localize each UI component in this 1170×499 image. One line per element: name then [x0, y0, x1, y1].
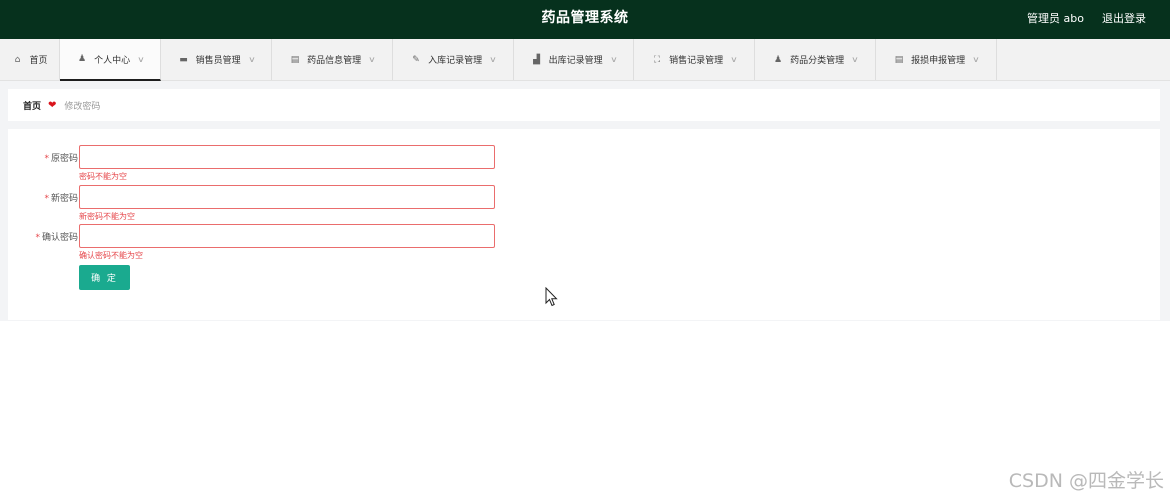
monitor-icon: ▬: [179, 54, 188, 65]
chevron-down-icon: ∨: [851, 55, 859, 64]
nav-item-sales-staff[interactable]: ▬ 销售员管理 ∨: [161, 39, 272, 80]
nav-item-stock-in[interactable]: ✎ 入库记录管理 ∨: [393, 39, 514, 80]
nav-item-loss-report[interactable]: ▤ 报损申报管理 ∨: [876, 39, 997, 80]
app-title: 药品管理系统: [541, 10, 629, 26]
watermark: CSDN @四金学长: [1008, 470, 1164, 492]
logout-link[interactable]: 退出登录: [1102, 0, 1146, 37]
new-password-input[interactable]: [79, 185, 495, 209]
nav-item-label: 药品信息管理: [307, 56, 362, 66]
nav-item-label: 入库记录管理: [428, 56, 483, 66]
old-password-label: * 原密码: [44, 154, 78, 164]
nav-item-drug-info[interactable]: ▤ 药品信息管理 ∨: [272, 39, 393, 80]
nav-item-stock-out[interactable]: ▟ 出库记录管理 ∨: [514, 39, 634, 80]
current-user: 管理员 abo: [1027, 12, 1084, 25]
confirm-password-input[interactable]: [79, 224, 495, 248]
nav-item-label: 出库记录管理: [548, 56, 603, 66]
nav-item-home[interactable]: ⌂ 首页: [0, 39, 60, 80]
confirm-password-label: * 确认密码: [35, 233, 78, 243]
required-mark: *: [35, 233, 40, 243]
heart-icon: ❤: [48, 99, 57, 111]
nav-item-label: 销售记录管理: [669, 56, 724, 66]
clipboard-icon: ▤: [290, 54, 300, 65]
nav-item-drug-category[interactable]: ♟ 药品分类管理 ∨: [755, 39, 876, 80]
report-icon: ▤: [894, 54, 904, 65]
edit-icon: ✎: [412, 54, 420, 65]
breadcrumb-current: 修改密码: [64, 101, 101, 112]
mouse-cursor-icon: [545, 287, 558, 307]
top-header: 药品管理系统 管理员 abo 退出登录: [0, 0, 1170, 39]
old-password-input[interactable]: [79, 145, 495, 169]
new-password-error: 新密码不能为空: [79, 212, 135, 221]
user-icon: ♟: [78, 54, 87, 64]
main-nav: ⌂ 首页 ♟ 个人中心 ∨ ▬ 销售员管理 ∨ ▤ 药品信息管理 ∨ ✎ 入库记…: [0, 39, 1170, 81]
nav-item-label: 销售员管理: [195, 56, 241, 66]
person-icon: ♟: [774, 54, 783, 65]
breadcrumb: 首页 ❤ 修改密码: [8, 89, 1160, 121]
chevron-down-icon: ∨: [730, 55, 738, 64]
new-password-label: * 新密码: [44, 194, 78, 204]
chevron-down-icon: ∨: [609, 55, 618, 64]
nav-item-label: 药品分类管理: [790, 56, 845, 66]
chevron-down-icon: ∨: [137, 54, 145, 64]
required-mark: *: [44, 194, 49, 204]
empty-area: [0, 321, 1170, 499]
home-icon: ⌂: [14, 54, 21, 65]
nav-item-personal-center[interactable]: ♟ 个人中心 ∨: [60, 39, 161, 81]
chevron-down-icon: ∨: [368, 55, 376, 64]
required-mark: *: [44, 154, 49, 164]
fullscreen-icon: ⛶: [653, 54, 661, 65]
chevron-down-icon: ∨: [972, 55, 980, 64]
confirm-password-error: 确认密码不能为空: [79, 251, 143, 260]
chevron-down-icon: ∨: [247, 55, 256, 64]
password-form-panel: * 原密码 密码不能为空 * 新密码 新密码不能为空 * 确认密码 确认密码不能为空 …: [8, 129, 1160, 320]
nav-item-label: 个人中心: [94, 55, 131, 66]
nav-item-sales-records[interactable]: ⛶ 销售记录管理 ∨: [634, 39, 755, 80]
nav-item-label: 首页: [29, 56, 48, 66]
nav-item-label: 报损申报管理: [911, 56, 966, 66]
chevron-down-icon: ∨: [489, 55, 497, 64]
confirm-button[interactable]: 确 定: [79, 265, 130, 290]
old-password-error: 密码不能为空: [79, 172, 127, 181]
breadcrumb-home[interactable]: 首页: [23, 99, 41, 112]
chart-icon: ▟: [533, 54, 541, 65]
